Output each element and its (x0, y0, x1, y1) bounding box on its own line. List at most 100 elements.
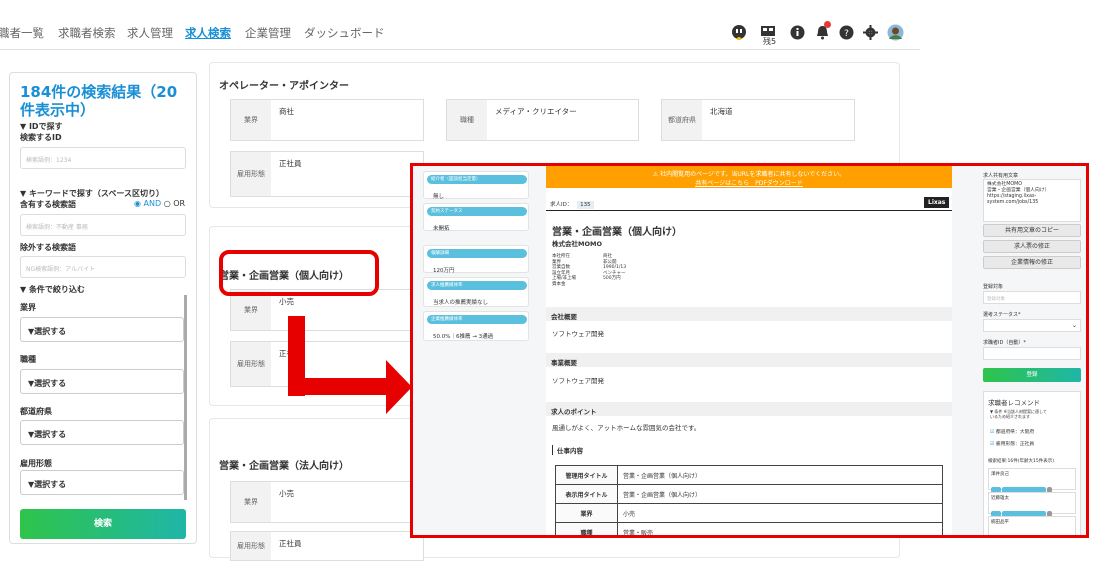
and-radio[interactable]: ◉ AND (134, 199, 161, 208)
settings-gear-icon[interactable] (861, 23, 879, 41)
include-keyword-label: 含有する検索語 (20, 200, 76, 209)
meta-value: 500万円 (603, 276, 621, 281)
section-heading: 事業概要 (546, 353, 952, 367)
job-field: 都道府県 北海道 (661, 99, 855, 141)
section-text: ソフトウェア開発 (552, 330, 604, 338)
table-row: 業界 小売 (555, 503, 943, 523)
table-row: 管理用タイトル 営業・企画営業（個人向け） (555, 465, 943, 485)
calendar-icon[interactable]: 残5 (759, 23, 777, 46)
recommend-title: 求職者レコメンド (988, 399, 1040, 407)
side-card-tag: 紹介者（面談担当定量） (427, 175, 527, 184)
table-key: 表示用タイトル (555, 484, 618, 504)
field-value: 正社員 (279, 159, 302, 168)
job-field: 業界 商社 (230, 99, 424, 141)
annotation-arrow (288, 378, 388, 395)
candidate-name: 近藤雄太 (991, 496, 1009, 501)
side-card-value: 無し (433, 194, 445, 200)
detail-main: ⚠ 社内閲覧用のページです。当URLを求職者に共有しないでください。 共有ページ… (546, 166, 952, 535)
side-info-card: 報酬詳細 120万円 (423, 245, 529, 274)
table-row: 表示用タイトル 営業・企画営業（個人向け） (555, 484, 943, 504)
exclude-keyword-label: 除外する検索語 (20, 243, 76, 252)
field-value: 商社 (279, 107, 294, 116)
job-card-title[interactable]: オペレーター・アポインター (219, 77, 349, 92)
company-meta-keys: 本社所在 業界 営業自数 設立年月 上場/非上場 資本金 (552, 254, 576, 287)
highlight-box (219, 250, 379, 296)
nav-item-seeker-search[interactable]: 求職者検索 (58, 25, 116, 41)
recommend-check[interactable]: ☑ 都道府県：大阪府 (990, 428, 1034, 435)
checkbox-checked-icon: ☑ (990, 430, 995, 435)
job-field: 雇用形態 正社員 (230, 151, 424, 197)
search-button[interactable]: 検索 (20, 509, 186, 539)
recommend-condition: ▼ 条件 ※当該人材提案に適しているため紹介されます (990, 409, 1047, 419)
or-radio[interactable]: ○ OR (164, 199, 185, 208)
candidate-name: 楠田品平 (991, 520, 1009, 525)
table-value: 小売 (617, 503, 943, 523)
field-label: 雇用形態 (231, 342, 271, 386)
industry-select[interactable]: ▼選択する (20, 317, 184, 342)
help-icon[interactable]: ? (837, 23, 855, 41)
candidate-name: 澤井良己 (991, 472, 1009, 477)
job-info-table: 管理用タイトル 営業・企画営業（個人向け） 表示用タイトル 営業・企画営業（個人… (555, 465, 943, 535)
nav-item-seeker-list[interactable]: 職者一覧 (0, 25, 44, 41)
svg-text:?: ? (844, 29, 849, 39)
edit-job-button[interactable]: 求人票の修正 (983, 240, 1081, 253)
section-text: ソフトウェア開発 (552, 377, 604, 385)
check-label: 都道府県：大阪府 (995, 430, 1035, 435)
recommend-check[interactable]: ☑ 雇用形態：正社員 (990, 440, 1034, 447)
seeker-id-input[interactable] (983, 347, 1081, 360)
table-row: 職種 営業・販売 (555, 522, 943, 535)
job-card-title[interactable]: 営業・企画営業（法人向け） (219, 457, 349, 472)
search-panel: 184件の検索結果（20件表示中） ▼ IDで探す 検索するID 検索語例：12… (9, 72, 197, 544)
section-heading: 会社概要 (546, 307, 952, 321)
nav-divider (0, 49, 920, 50)
top-navigation: 職者一覧 求職者検索 求人管理 求人検索 企業管理 ダッシュボード 残5 ? (0, 0, 1095, 62)
field-label: 雇用形態 (231, 152, 271, 196)
side-card-value: 50.0%｜6推薦 → 3通過 (433, 334, 494, 340)
user-avatar[interactable] (886, 23, 904, 41)
field-label: 雇用形態 (231, 532, 271, 560)
status-select[interactable]: ⌄ (983, 319, 1081, 332)
share-page-link[interactable]: 共有ページはこちら PDFダウンロード (546, 178, 952, 187)
field-label: 都道府県 (662, 100, 702, 140)
id-search-input[interactable]: 検索語例：1234 (20, 147, 186, 169)
filter-scrollbar[interactable] (184, 295, 187, 500)
table-key: 業界 (555, 503, 618, 523)
annotation-arrow-head (386, 360, 412, 414)
table-value: 営業・販売 (617, 522, 943, 535)
job-id-label: 求人ID： (550, 202, 573, 208)
meta-value: 1990/1/13 (603, 265, 627, 270)
include-keyword-input[interactable]: 検索語例：不動産 事務 (20, 214, 186, 236)
field-value: 小売 (279, 297, 294, 306)
field-label: 職種 (447, 100, 487, 140)
seeker-id-label: 求職者ID（自動）* (983, 340, 1026, 346)
nav-item-dashboard[interactable]: ダッシュボード (304, 25, 385, 41)
side-card-tag: 求人推薦媒体率 (427, 281, 527, 290)
nav-item-job-search[interactable]: 求人検索 (185, 25, 231, 41)
candidate-item[interactable]: 楠田品平 (988, 516, 1076, 535)
edit-company-button[interactable]: 企業情報の修正 (983, 256, 1081, 269)
notification-bell-icon[interactable] (813, 21, 831, 41)
field-value: 北海道 (710, 107, 733, 116)
nav-item-job-management[interactable]: 求人管理 (127, 25, 173, 41)
copy-share-text-button[interactable]: 共有用文章のコピー (983, 224, 1081, 237)
info-icon[interactable] (788, 23, 806, 41)
share-text-line: system.com/jobs/135 (987, 200, 1039, 205)
share-text-box[interactable]: 株式会社MOMO 営業・企画営業（個人向け） https://staging.l… (983, 179, 1081, 222)
occupation-select[interactable]: ▼選択する (20, 369, 184, 394)
register-target-input[interactable]: 登録対象 (983, 291, 1081, 304)
ai-assistant-icon[interactable] (730, 23, 748, 41)
candidate-item[interactable]: 澤井良己 (988, 468, 1076, 493)
employment-select[interactable]: ▼選択する (20, 470, 184, 495)
occupation-filter-label: 職種 (20, 355, 36, 364)
prefecture-select[interactable]: ▼選択する (20, 420, 184, 445)
result-count-title: 184件の検索結果（20件表示中） (20, 83, 178, 119)
exclude-keyword-input[interactable]: NG検索語例：アルバイト (20, 256, 186, 278)
register-button[interactable]: 登録 (983, 368, 1081, 382)
table-value: 営業・企画営業（個人向け） (617, 484, 943, 504)
candidate-item[interactable]: 近藤雄太 (988, 492, 1076, 517)
side-info-card: 紹介者（面談担当定量） 無し (423, 171, 529, 200)
nav-item-company-management[interactable]: 企業管理 (245, 25, 291, 41)
side-card-value: 120万円 (433, 268, 455, 274)
job-field: 業界 小売 (230, 481, 424, 523)
table-value: 営業・企画営業（個人向け） (617, 465, 943, 485)
